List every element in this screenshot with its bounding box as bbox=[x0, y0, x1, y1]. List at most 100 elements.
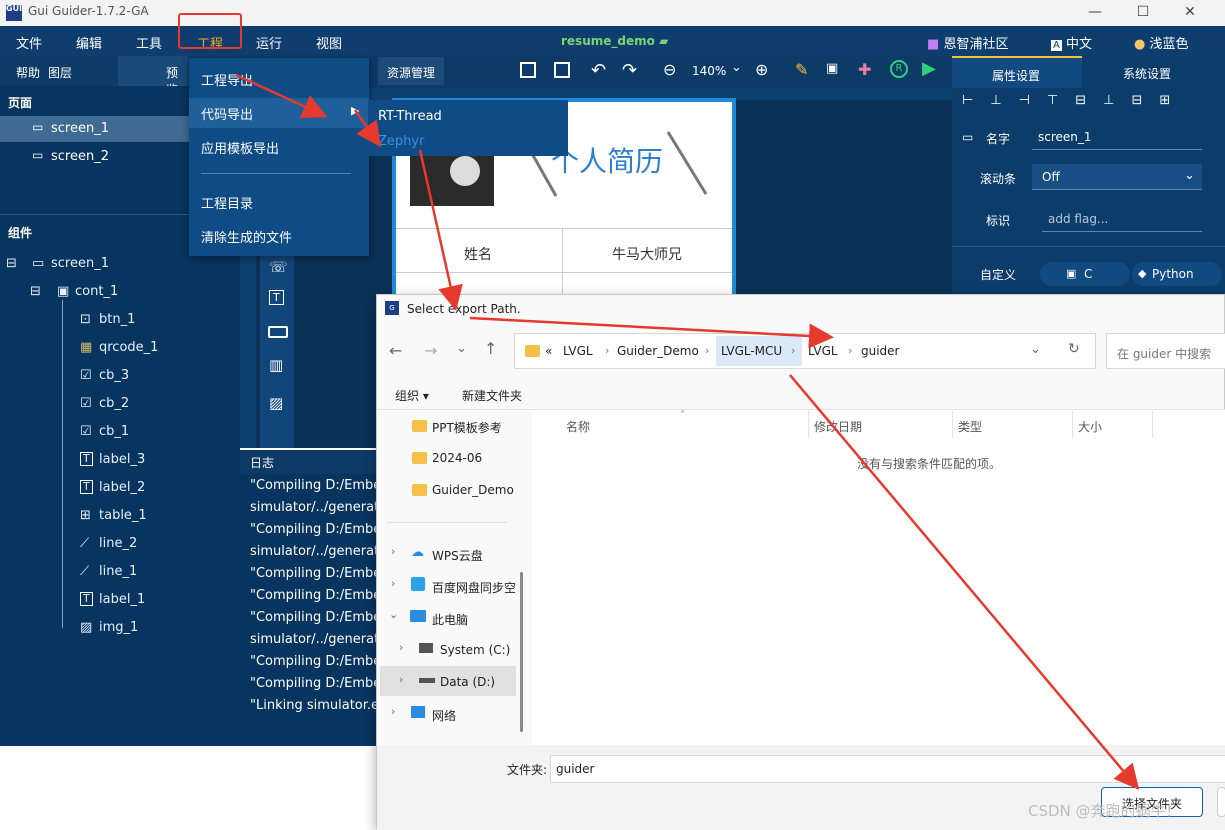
tab-resources[interactable]: 资源管理 bbox=[378, 57, 444, 85]
refresh-icon[interactable]: ↻ bbox=[1068, 341, 1080, 357]
tab-system-settings[interactable]: 系统设置 bbox=[1123, 65, 1171, 82]
organize-button[interactable]: 组织 ▾ bbox=[395, 387, 429, 404]
menu-item-project-directory[interactable]: 工程目录 bbox=[201, 193, 253, 212]
flag-input[interactable]: add flag... bbox=[1042, 206, 1202, 232]
tab-help-layer[interactable]: 帮助 图层 bbox=[0, 56, 118, 86]
breadcrumb-lvgl[interactable]: LVGL bbox=[563, 344, 593, 358]
code-icon[interactable]: ▣ bbox=[826, 61, 838, 76]
theme-button[interactable]: ● 浅蓝色 bbox=[1134, 33, 1189, 52]
submenu-item-rt-thread[interactable]: RT-Thread bbox=[378, 109, 442, 124]
menu-view[interactable]: 视图 bbox=[316, 33, 342, 52]
menu-item-template-export[interactable]: 应用模板导出 bbox=[201, 138, 279, 157]
tree-cb-1[interactable]: cb_1 bbox=[99, 424, 129, 439]
chart-widget-icon[interactable]: ▥ bbox=[269, 356, 283, 374]
col-type[interactable]: 类型 bbox=[958, 418, 982, 435]
button-widget-icon[interactable] bbox=[268, 326, 288, 338]
maximize-button[interactable]: ☐ bbox=[1123, 2, 1163, 24]
chevron-right-icon[interactable]: › bbox=[391, 545, 395, 558]
custom-c-button[interactable]: ▣ C bbox=[1040, 262, 1130, 286]
menu-item-clean-generated[interactable]: 清除生成的文件 bbox=[201, 227, 292, 246]
tree-cb-3[interactable]: cb_3 bbox=[99, 368, 129, 383]
menu-item-project-export[interactable]: 工程导出 bbox=[201, 70, 253, 89]
nav-ppt[interactable]: PPT模板参考 bbox=[432, 419, 502, 436]
nav-baidu[interactable]: 百度网盘同步空 bbox=[432, 579, 516, 596]
tree-cb-2[interactable]: cb_2 bbox=[99, 396, 129, 411]
breadcrumb-lvgl-2[interactable]: LVGL bbox=[808, 344, 838, 358]
language-button[interactable]: A 中文 bbox=[1051, 33, 1092, 52]
play-icon[interactable]: ▶ bbox=[922, 58, 936, 79]
search-input[interactable]: 在 guider 中搜索 bbox=[1106, 333, 1225, 369]
tree-screen-1[interactable]: screen_1 bbox=[51, 256, 109, 271]
zoom-level[interactable]: 140% bbox=[692, 64, 726, 78]
nav-data-d[interactable]: Data (D:) bbox=[440, 675, 495, 689]
breadcrumb-overflow[interactable]: « bbox=[545, 344, 552, 358]
close-button[interactable]: ✕ bbox=[1170, 2, 1210, 24]
nav-guider-demo[interactable]: Guider_Demo bbox=[432, 483, 514, 497]
nav-2024-06[interactable]: 2024-06 bbox=[432, 451, 482, 465]
chevron-down-icon[interactable]: ⌄ bbox=[389, 608, 398, 621]
tree-label-2[interactable]: label_2 bbox=[99, 480, 145, 495]
menu-run[interactable]: 运行 bbox=[256, 33, 282, 52]
nav-wps[interactable]: WPS云盘 bbox=[432, 547, 483, 564]
chevron-down-icon[interactable]: ⌄ bbox=[1030, 342, 1041, 357]
col-size[interactable]: 大小 bbox=[1078, 418, 1102, 435]
chevron-right-icon[interactable]: › bbox=[399, 641, 403, 654]
nav-scrollbar[interactable] bbox=[520, 572, 523, 732]
label-widget-icon[interactable]: T bbox=[269, 290, 284, 305]
breadcrumb-guider[interactable]: guider bbox=[861, 344, 900, 358]
name-field[interactable]: screen_1 bbox=[1032, 124, 1202, 150]
tab-help[interactable]: 帮助 bbox=[16, 64, 40, 81]
menu-file[interactable]: 文件 bbox=[16, 33, 42, 52]
phone-icon[interactable]: ☏ bbox=[269, 258, 288, 276]
scroll-select[interactable]: Off ⌄ bbox=[1032, 164, 1202, 190]
custom-python-button[interactable]: ◆ Python bbox=[1132, 262, 1222, 286]
forward-arrow-icon[interactable]: → bbox=[424, 341, 437, 360]
menu-tools[interactable]: 工具 bbox=[136, 33, 162, 52]
breadcrumb-bar[interactable]: « LVGL › Guider_Demo › LVGL-MCU › LVGL ›… bbox=[514, 333, 1096, 369]
cancel-button[interactable] bbox=[1217, 787, 1225, 817]
menu-edit[interactable]: 编辑 bbox=[76, 33, 102, 52]
new-folder-button[interactable]: 新建文件夹 bbox=[462, 387, 522, 404]
bring-front-icon[interactable] bbox=[520, 62, 536, 78]
back-arrow-icon[interactable]: ← bbox=[389, 341, 402, 360]
community-link[interactable]: ■ 恩智浦社区 bbox=[927, 33, 1008, 52]
folder-input[interactable]: guider bbox=[550, 755, 1225, 783]
collapse-icon[interactable]: ⊟ bbox=[6, 256, 17, 271]
collapse-icon[interactable]: ⊟ bbox=[30, 284, 41, 299]
nav-network[interactable]: 网络 bbox=[432, 707, 456, 724]
col-modified[interactable]: 修改日期 bbox=[814, 418, 862, 435]
nav-system-c[interactable]: System (C:) bbox=[440, 643, 510, 657]
broom-icon[interactable]: ✎ bbox=[795, 60, 808, 79]
redo-icon[interactable]: ↷ bbox=[622, 60, 637, 81]
tree-line-1[interactable]: line_1 bbox=[99, 564, 137, 579]
tree-table-1[interactable]: table_1 bbox=[99, 508, 147, 523]
breadcrumb-guider-demo[interactable]: Guider_Demo bbox=[617, 344, 699, 358]
tab-preview[interactable]: 预览 bbox=[118, 56, 188, 97]
chevron-right-icon[interactable]: › bbox=[391, 705, 395, 718]
breadcrumb-lvgl-mcu[interactable]: LVGL-MCU bbox=[721, 344, 782, 358]
minimize-button[interactable]: — bbox=[1075, 2, 1115, 24]
run-r-icon[interactable]: R bbox=[890, 60, 908, 78]
tree-label-1[interactable]: label_1 bbox=[99, 592, 145, 607]
tree-label-3[interactable]: label_3 bbox=[99, 452, 145, 467]
send-back-icon[interactable] bbox=[554, 62, 570, 78]
tree-btn-1[interactable]: btn_1 bbox=[99, 312, 135, 327]
chevron-right-icon[interactable]: › bbox=[391, 577, 395, 590]
undo-icon[interactable]: ↶ bbox=[591, 60, 606, 81]
submenu-item-zephyr[interactable]: Zephyr bbox=[378, 134, 424, 149]
zoom-in-icon[interactable]: ⊕ bbox=[755, 60, 768, 79]
align-toolbar[interactable]: ⊢⊥⊣⊤⊟⊥⊟⊞ bbox=[952, 88, 1225, 118]
tab-layer[interactable]: 图层 bbox=[48, 64, 72, 81]
tree-img-1[interactable]: img_1 bbox=[99, 620, 138, 635]
tree-line-2[interactable]: line_2 bbox=[99, 536, 137, 551]
image-widget-icon[interactable]: ▨ bbox=[269, 394, 283, 412]
col-name[interactable]: 名称 bbox=[566, 418, 590, 435]
tab-properties[interactable]: 属性设置 bbox=[952, 56, 1082, 88]
chevron-down-icon[interactable]: ⌄ bbox=[456, 341, 467, 356]
zoom-out-icon[interactable]: ⊖ bbox=[663, 60, 676, 79]
chevron-down-icon[interactable]: ⌄ bbox=[731, 60, 742, 75]
tree-qrcode-1[interactable]: qrcode_1 bbox=[99, 340, 158, 355]
tree-cont-1[interactable]: cont_1 bbox=[75, 284, 118, 299]
wrench-icon[interactable]: ✚ bbox=[858, 60, 871, 79]
nav-this-pc[interactable]: 此电脑 bbox=[432, 611, 468, 628]
